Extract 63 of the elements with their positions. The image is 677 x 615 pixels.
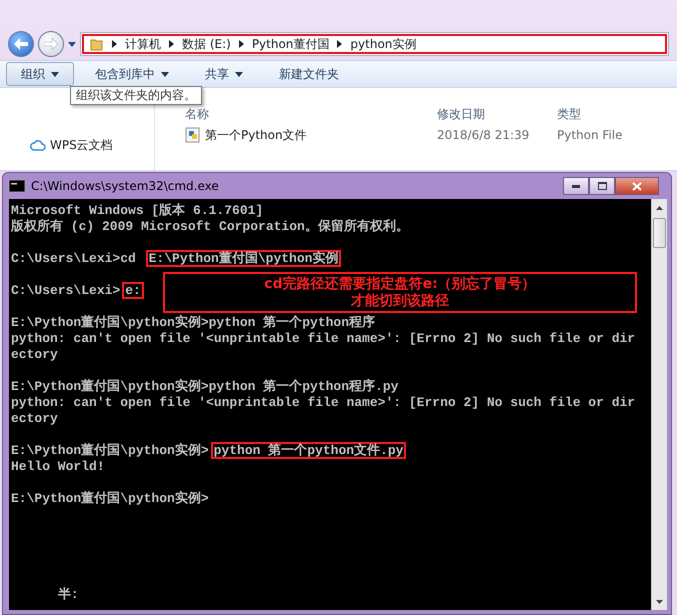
console-text: E:\Python董付国\python实例> — [11, 491, 209, 506]
back-arrow-icon — [14, 38, 28, 50]
annotation-text: 才能切到该路径 — [350, 293, 450, 310]
console-text: 版权所有 (c) 2009 Microsoft Corporation。保留所有权利。 — [11, 219, 409, 234]
scroll-down-icon[interactable] — [656, 600, 663, 604]
file-name[interactable]: 第一个Python文件 — [205, 126, 307, 144]
caret-icon — [235, 72, 243, 78]
breadcrumb[interactable]: Python董付国 — [252, 35, 330, 53]
chevron-icon — [238, 40, 244, 48]
highlighted-text: E:\Python董付国\python实例 — [146, 250, 342, 267]
maximize-button[interactable] — [589, 177, 615, 195]
breadcrumb[interactable]: python实例 — [350, 35, 416, 53]
forward-button[interactable] — [38, 31, 64, 57]
console-text: C:\Users\Lexi> — [11, 283, 120, 298]
chevron-icon — [337, 40, 342, 48]
toolbar-button[interactable]: 共享 — [190, 62, 258, 86]
file-type: Python File — [557, 127, 622, 144]
console-text: Hello World! — [11, 459, 105, 474]
column-header[interactable]: 名称 — [185, 105, 437, 122]
caret-icon — [161, 72, 169, 78]
console-text: ectory — [11, 347, 58, 362]
sidebar-item[interactable]: WPS云文档 — [50, 136, 113, 154]
highlighted-text: e: — [122, 282, 144, 299]
console-text: E:\Python董付国\python实例>python 第一个python程序 — [11, 315, 376, 330]
console-text: E:\Python董付国\python实例>python 第一个python程序.py — [11, 379, 398, 394]
breadcrumb[interactable]: 计算机 — [125, 35, 161, 53]
minimize-icon — [572, 184, 580, 188]
chevron-icon — [169, 40, 174, 48]
scrollbar[interactable] — [651, 199, 667, 610]
column-header[interactable]: 类型 — [557, 105, 647, 122]
folder-icon — [90, 37, 104, 51]
close-icon — [632, 182, 642, 190]
minimize-button[interactable] — [563, 177, 589, 195]
scroll-thumb[interactable] — [653, 218, 666, 248]
annotation-text: cd完路径还需要指定盘符e:（别忘了冒号） — [263, 276, 537, 292]
console-text: Microsoft Windows [版本 6.1.7601] — [11, 203, 264, 218]
history-dropdown[interactable] — [68, 42, 76, 46]
address-bar[interactable]: 计算机 数据 (E:) Python董付国 python实例 — [80, 32, 669, 56]
console-text: python: can't open file '<unprintable file name>': [Errno 2] No such file or dir — [11, 395, 636, 410]
chevron-icon — [112, 40, 117, 48]
console-text: ectory — [11, 411, 58, 426]
toolbar-button[interactable]: 包含到库中 — [80, 62, 184, 86]
ime-status: 半: — [58, 587, 79, 602]
toolbar-button[interactable]: 组织 — [6, 62, 74, 86]
column-header[interactable]: 修改日期 — [437, 105, 557, 122]
console-text: python: can't open file '<unprintable file name>': [Errno 2] No such file or dir — [11, 331, 636, 346]
console-icon — [9, 180, 25, 192]
console-text: C:\Users\Lexi>cd — [11, 251, 137, 266]
maximize-icon — [598, 182, 606, 190]
caret-icon — [51, 72, 59, 78]
cloud-icon — [30, 139, 46, 151]
back-button[interactable] — [8, 31, 34, 57]
toolbar-button[interactable]: 新建文件夹 — [264, 62, 354, 86]
window-title: C:\Windows\system32\cmd.exe — [31, 178, 220, 195]
close-button[interactable] — [615, 177, 659, 195]
scroll-up-icon[interactable] — [656, 206, 663, 210]
python-file-icon — [185, 127, 201, 143]
tooltip: 组织该文件夹的内容。 — [70, 86, 202, 105]
highlighted-text: python 第一个python文件.py — [210, 442, 406, 459]
file-date: 2018/6/8 21:39 — [437, 127, 530, 144]
forward-arrow-icon — [44, 38, 58, 50]
console-text: E:\Python董付国\python实例> — [11, 443, 209, 458]
breadcrumb[interactable]: 数据 (E:) — [182, 35, 231, 53]
